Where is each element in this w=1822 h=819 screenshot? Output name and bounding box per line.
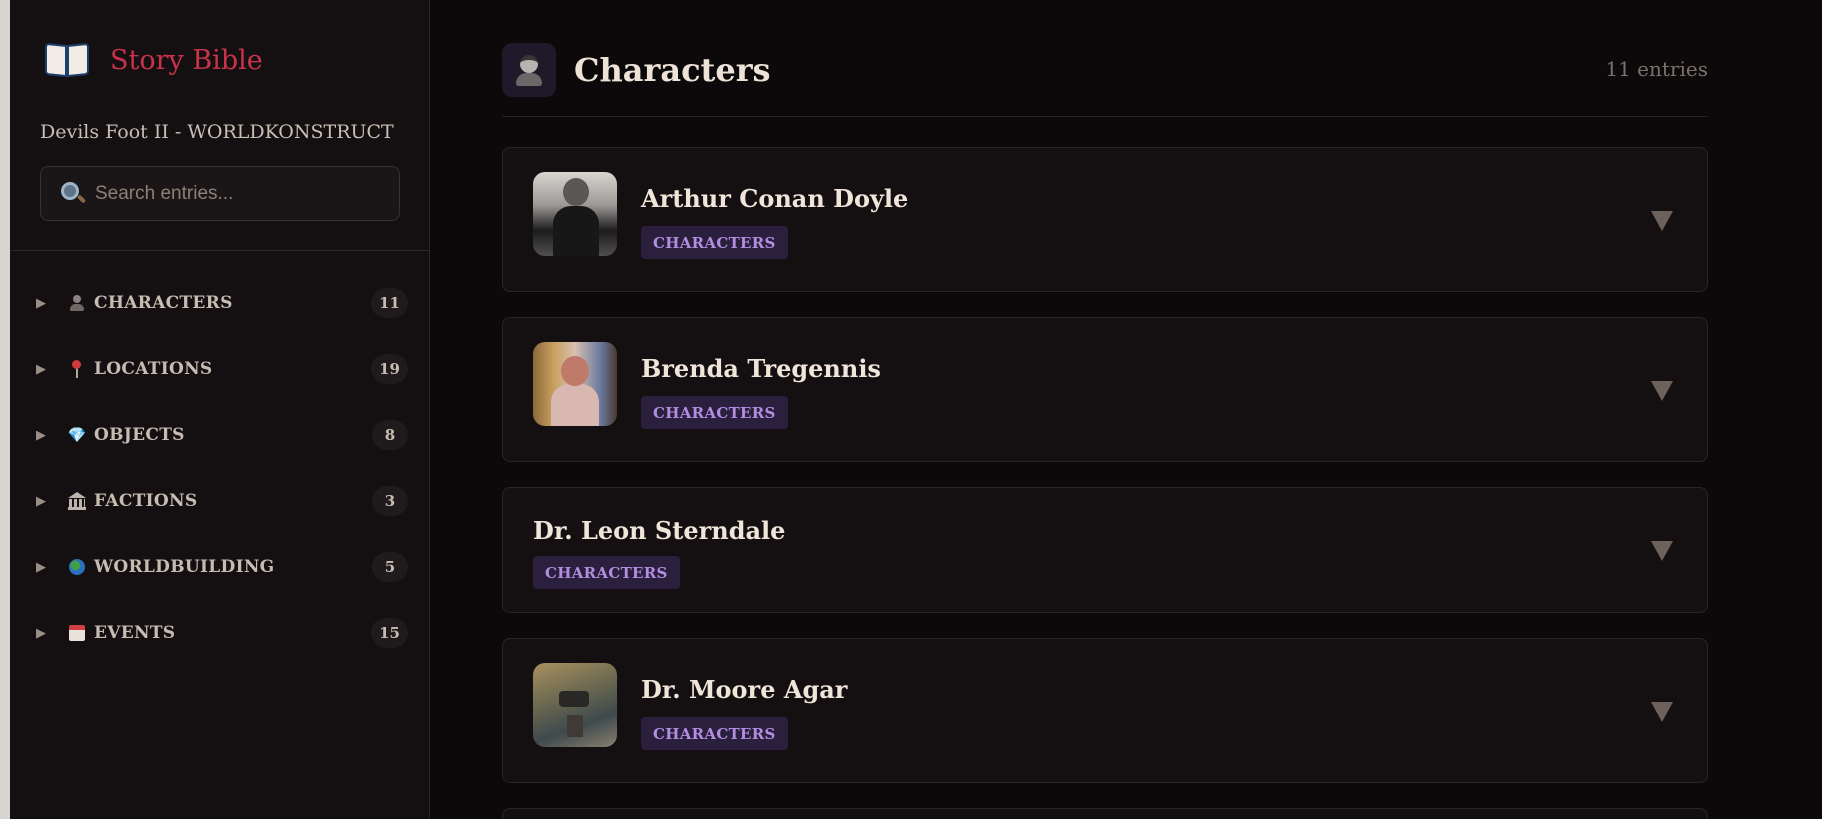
sidebar-item-label: EVENTS — [94, 623, 176, 643]
brand-title: Story Bible — [110, 44, 263, 76]
sidebar-item-label: OBJECTS — [94, 425, 185, 445]
category-nav: ▶ CHARACTERS 11 ▶ LOCATIONS 19 ▶ 💎 OBJEC… — [10, 270, 430, 666]
entry-image — [533, 172, 617, 256]
sidebar-item-factions[interactable]: ▶ FACTIONS 3 — [10, 468, 430, 534]
person-icon — [66, 292, 88, 314]
book-icon — [44, 38, 92, 82]
chevron-down-icon[interactable] — [1651, 702, 1673, 722]
globe-icon — [66, 556, 88, 578]
count-badge: 5 — [372, 552, 408, 582]
sidebar: Story Bible Devils Foot II - WORLDKONSTR… — [10, 0, 430, 819]
search-box[interactable] — [40, 166, 400, 221]
sidebar-item-worldbuilding[interactable]: ▶ WORLDBUILDING 5 — [10, 534, 430, 600]
gem-icon: 💎 — [67, 426, 87, 444]
count-badge: 11 — [371, 288, 408, 318]
count-badge: 19 — [371, 354, 408, 384]
search-input[interactable] — [95, 182, 399, 205]
entry-card[interactable]: Arthur Conan Doyle CHARACTERS — [502, 147, 1708, 292]
entry-card[interactable] — [502, 808, 1708, 819]
sidebar-item-label: WORLDBUILDING — [94, 557, 275, 577]
main-content: Characters 11 entries Arthur Conan Doyle… — [502, 0, 1708, 819]
sidebar-item-objects[interactable]: ▶ 💎 OBJECTS 8 — [10, 402, 430, 468]
category-tag: CHARACTERS — [641, 226, 788, 259]
expand-arrow-icon[interactable]: ▶ — [36, 494, 66, 509]
entry-image — [533, 663, 617, 747]
entry-list: Arthur Conan Doyle CHARACTERS Brenda Tre… — [502, 147, 1708, 819]
pin-icon — [66, 358, 88, 380]
expand-arrow-icon[interactable]: ▶ — [36, 560, 66, 575]
chevron-down-icon[interactable] — [1651, 211, 1673, 231]
entry-card[interactable]: Dr. Moore Agar CHARACTERS — [502, 638, 1708, 783]
expand-arrow-icon[interactable]: ▶ — [36, 362, 66, 377]
count-badge: 8 — [372, 420, 408, 450]
category-tag: CHARACTERS — [641, 717, 788, 750]
entry-title: Arthur Conan Doyle — [641, 184, 909, 213]
sidebar-item-events[interactable]: ▶ EVENTS 15 — [10, 600, 430, 666]
brand: Story Bible — [44, 36, 263, 84]
chevron-down-icon[interactable] — [1651, 541, 1673, 561]
calendar-icon — [66, 622, 88, 644]
person-icon — [502, 43, 556, 97]
window-edge — [0, 0, 10, 819]
expand-arrow-icon[interactable]: ▶ — [36, 626, 66, 641]
entry-title: Dr. Moore Agar — [641, 675, 848, 704]
category-tag: CHARACTERS — [533, 556, 680, 589]
page-title: Characters — [574, 51, 771, 89]
entry-card[interactable]: Brenda Tregennis CHARACTERS — [502, 317, 1708, 462]
category-tag: CHARACTERS — [641, 396, 788, 429]
sidebar-item-label: CHARACTERS — [94, 293, 233, 313]
entry-title: Dr. Leon Sterndale — [533, 516, 786, 545]
chevron-down-icon[interactable] — [1651, 381, 1673, 401]
expand-arrow-icon[interactable]: ▶ — [36, 428, 66, 443]
entry-card[interactable]: Dr. Leon Sterndale CHARACTERS — [502, 487, 1708, 613]
project-name: Devils Foot II - WORLDKONSTRUCT — [40, 121, 394, 143]
sidebar-item-label: FACTIONS — [94, 491, 198, 511]
sidebar-item-characters[interactable]: ▶ CHARACTERS 11 — [10, 270, 430, 336]
page-header: Characters 11 entries — [502, 43, 1708, 117]
entry-title: Brenda Tregennis — [641, 354, 881, 383]
entry-image — [533, 342, 617, 426]
expand-arrow-icon[interactable]: ▶ — [36, 296, 66, 311]
sidebar-item-label: LOCATIONS — [94, 359, 213, 379]
count-badge: 3 — [372, 486, 408, 516]
bank-icon — [66, 490, 88, 512]
search-icon — [59, 180, 87, 208]
count-badge: 15 — [371, 618, 408, 648]
sidebar-divider — [10, 250, 430, 251]
entry-count: 11 entries — [1605, 57, 1708, 81]
sidebar-item-locations[interactable]: ▶ LOCATIONS 19 — [10, 336, 430, 402]
